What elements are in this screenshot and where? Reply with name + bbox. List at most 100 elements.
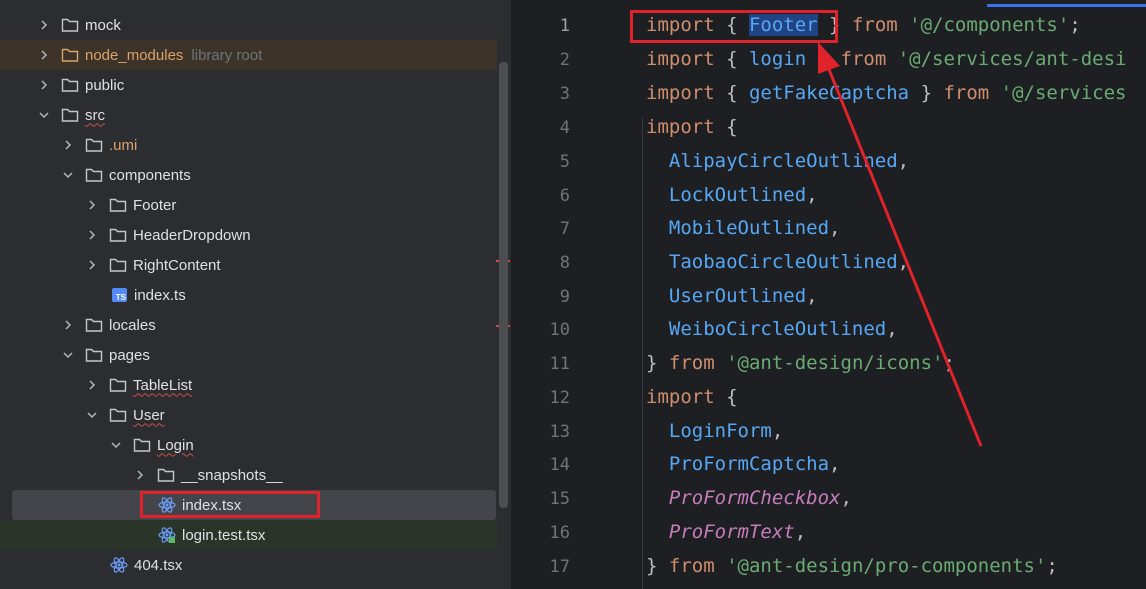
punct: ; xyxy=(1069,14,1081,36)
line-number: 1 xyxy=(559,16,570,36)
tree-item-pages[interactable]: pages xyxy=(0,340,497,370)
tree-item-label: mock xyxy=(85,16,121,34)
line-number: 14 xyxy=(549,455,570,475)
code-line-13[interactable]: LoginForm, xyxy=(646,420,783,442)
code-line-17[interactable]: } from '@ant-design/pro-components'; xyxy=(646,555,1058,577)
line-number: 6 xyxy=(559,186,570,206)
tree-item-label: 404.tsx xyxy=(134,556,183,574)
chevron-down-icon[interactable] xyxy=(61,348,75,362)
tree-item-login[interactable]: Login xyxy=(0,430,497,460)
tree-item-locales[interactable]: locales xyxy=(0,310,497,340)
chevron-down-icon[interactable] xyxy=(37,108,51,122)
code-line-7[interactable]: MobileOutlined, xyxy=(646,217,841,239)
code-line-11[interactable]: } from '@ant-design/icons'; xyxy=(646,352,955,374)
chevron-down-icon[interactable] xyxy=(109,438,123,452)
code-line-3[interactable]: import { getFakeCaptcha } from '@/servic… xyxy=(646,82,1127,104)
code-line-6[interactable]: LockOutlined, xyxy=(646,184,818,206)
code-line-5[interactable]: AlipayCircleOutlined, xyxy=(646,150,909,172)
folder-icon xyxy=(85,347,103,363)
unused-identifier: ProFormCheckbox xyxy=(668,487,841,509)
chevron-right-icon[interactable] xyxy=(85,258,99,272)
folder-icon xyxy=(157,467,175,483)
identifier: TaobaoCircleOutlined xyxy=(668,251,898,273)
code-line-9[interactable]: UserOutlined, xyxy=(646,285,818,307)
line-number: 13 xyxy=(549,422,570,442)
code-editor[interactable]: 1 2 3 4 5 6 7 8 9 10 11 12 13 14 15 16 1… xyxy=(512,0,1146,589)
tree-item-node-modules[interactable]: node_modules library root xyxy=(0,40,497,70)
tree-item-rightcontent[interactable]: RightContent xyxy=(0,250,497,280)
code-line-4[interactable]: import { xyxy=(646,116,738,138)
code-line-14[interactable]: ProFormCaptcha, xyxy=(646,453,841,475)
tree-item-label: login.test.tsx xyxy=(182,526,266,544)
keyword: import xyxy=(646,82,715,104)
chevron-right-icon[interactable] xyxy=(61,138,75,152)
chevron-down-icon[interactable] xyxy=(85,408,99,422)
tree-item-user[interactable]: User xyxy=(0,400,497,430)
chevron-right-icon[interactable] xyxy=(37,78,51,92)
code-line-16[interactable]: ProFormText, xyxy=(646,521,806,543)
identifier: LoginForm xyxy=(668,420,772,442)
code-line-12[interactable]: import { xyxy=(646,386,738,408)
tree-item-footer[interactable]: Footer xyxy=(0,190,497,220)
tree-item-tablelist[interactable]: TableList xyxy=(0,370,497,400)
string: '@/services/ant-desi xyxy=(897,48,1127,70)
punct: { xyxy=(714,116,738,138)
keyword: from xyxy=(851,14,898,36)
tree-item-label: node_modules xyxy=(85,46,184,64)
string: '@ant-design/pro-components' xyxy=(726,555,1047,577)
line-number: 7 xyxy=(559,219,570,239)
folder-icon xyxy=(85,167,103,183)
annotation-highlight-index-tsx xyxy=(140,491,320,518)
tree-item-404-tsx[interactable]: 404.tsx xyxy=(0,550,497,580)
punct: , xyxy=(794,521,807,543)
punct: { xyxy=(714,386,738,408)
chevron-down-icon[interactable] xyxy=(61,168,75,182)
string: '@/services xyxy=(1000,82,1127,104)
tree-item-label: components xyxy=(109,166,191,184)
code-line-10[interactable]: WeiboCircleOutlined, xyxy=(646,318,898,340)
string: '@ant-design/icons' xyxy=(726,352,944,374)
chevron-right-icon[interactable] xyxy=(85,228,99,242)
folder-icon xyxy=(85,317,103,333)
tree-item-label: User xyxy=(133,406,165,424)
tree-item-snapshots[interactable]: __snapshots__ xyxy=(0,460,497,490)
tree-item-headerdropdown[interactable]: HeaderDropdown xyxy=(0,220,497,250)
line-number: 5 xyxy=(559,152,570,172)
tree-item-components[interactable]: components xyxy=(0,160,497,190)
code-line-2[interactable]: import { login } from '@/services/ant-de… xyxy=(646,48,1127,70)
chevron-right-icon[interactable] xyxy=(61,318,75,332)
chevron-right-icon[interactable] xyxy=(37,18,51,32)
folder-icon xyxy=(109,257,127,273)
punct: { xyxy=(714,48,749,70)
code-line-8[interactable]: TaobaoCircleOutlined, xyxy=(646,251,909,273)
tree-item-umi[interactable]: .umi xyxy=(0,130,497,160)
line-number: 11 xyxy=(549,354,570,374)
tree-item-index-ts[interactable]: TS index.ts xyxy=(0,280,497,310)
code-line-15[interactable]: ProFormCheckbox, xyxy=(646,487,852,509)
chevron-right-icon[interactable] xyxy=(85,378,99,392)
tree-item-src[interactable]: src xyxy=(0,100,497,130)
chevron-right-icon[interactable] xyxy=(37,48,51,62)
keyword: from xyxy=(943,82,990,104)
tree-item-public[interactable]: public xyxy=(0,70,497,100)
folder-icon xyxy=(109,377,127,393)
line-number: 17 xyxy=(549,557,570,577)
tree-item-mock[interactable]: mock xyxy=(0,10,497,40)
excluded-folder-icon xyxy=(61,47,79,63)
folder-icon xyxy=(61,77,79,93)
folder-icon xyxy=(109,197,127,213)
folder-icon xyxy=(61,107,79,123)
tree-item-login-test-tsx[interactable]: login.test.tsx xyxy=(0,520,497,550)
typescript-file-icon: TS xyxy=(112,288,127,302)
keyword: from xyxy=(668,555,715,577)
chevron-right-icon[interactable] xyxy=(85,198,99,212)
chevron-right-icon[interactable] xyxy=(133,468,147,482)
tree-scrollbar[interactable] xyxy=(499,62,508,508)
